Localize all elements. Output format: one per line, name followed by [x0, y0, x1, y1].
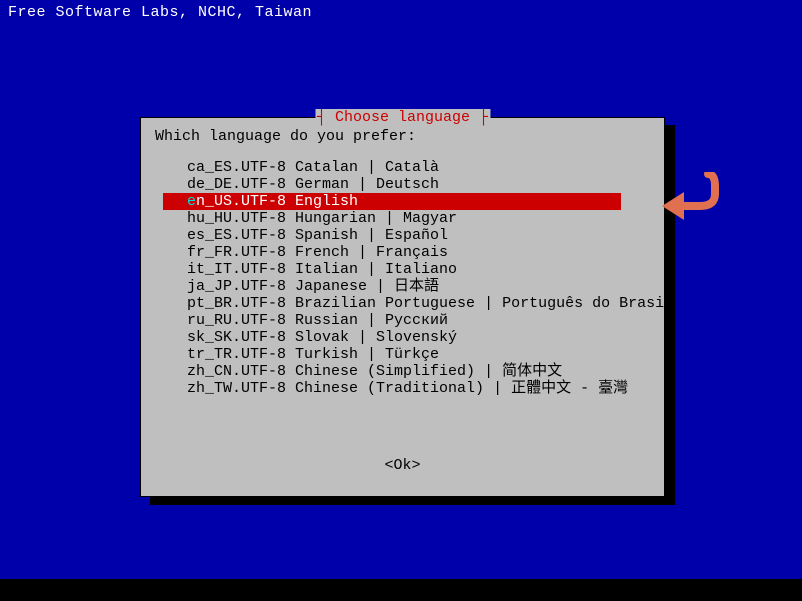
- language-item[interactable]: ja_JP.UTF-8 Japanese | 日本語: [187, 278, 650, 295]
- language-item[interactable]: sk_SK.UTF-8 Slovak | Slovenský: [187, 329, 650, 346]
- language-item[interactable]: de_DE.UTF-8 German | Deutsch: [187, 176, 650, 193]
- language-item[interactable]: en_US.UTF-8 English: [163, 193, 621, 210]
- language-item[interactable]: zh_CN.UTF-8 Chinese (Simplified) | 简体中文: [187, 363, 650, 380]
- language-item[interactable]: es_ES.UTF-8 Spanish | Español: [187, 227, 650, 244]
- language-item[interactable]: ru_RU.UTF-8 Russian | Русский: [187, 312, 650, 329]
- dialog-title: ┤ Choose language ├: [315, 109, 490, 126]
- dialog-prompt: Which language do you prefer:: [155, 128, 650, 145]
- language-dialog: ┤ Choose language ├ Which language do yo…: [140, 117, 665, 497]
- bottom-bar: [0, 579, 802, 601]
- header-text: Free Software Labs, NCHC, Taiwan: [8, 4, 312, 21]
- language-item[interactable]: tr_TR.UTF-8 Turkish | Türkçe: [187, 346, 650, 363]
- ok-button[interactable]: <Ok>: [155, 457, 650, 474]
- language-item[interactable]: it_IT.UTF-8 Italian | Italiano: [187, 261, 650, 278]
- language-item[interactable]: pt_BR.UTF-8 Brazilian Portuguese | Portu…: [187, 295, 650, 312]
- language-item[interactable]: ca_ES.UTF-8 Catalan | Català: [187, 159, 650, 176]
- language-item[interactable]: zh_TW.UTF-8 Chinese (Traditional) | 正體中文…: [187, 380, 650, 397]
- language-item[interactable]: fr_FR.UTF-8 French | Français: [187, 244, 650, 261]
- language-list[interactable]: ca_ES.UTF-8 Catalan | Catalàde_DE.UTF-8 …: [187, 159, 650, 397]
- language-item[interactable]: hu_HU.UTF-8 Hungarian | Magyar: [187, 210, 650, 227]
- dialog-body: Which language do you prefer: ca_ES.UTF-…: [141, 118, 664, 482]
